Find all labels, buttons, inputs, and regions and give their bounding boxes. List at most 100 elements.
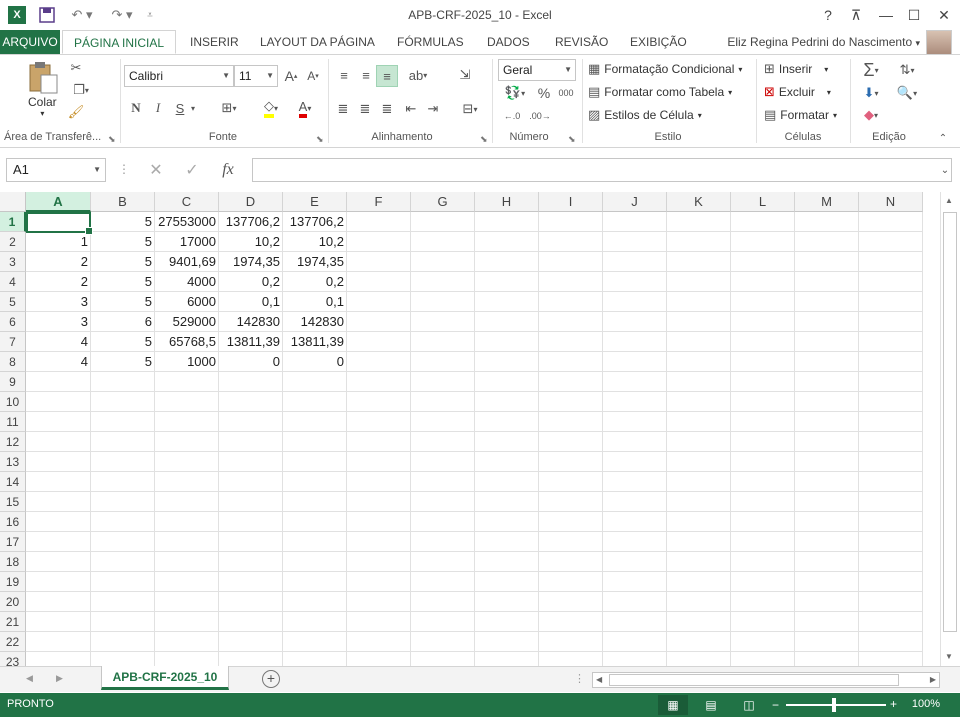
cell-h3[interactable]	[475, 252, 539, 272]
column-header-d[interactable]: D	[219, 192, 283, 212]
cell-k8[interactable]	[667, 352, 731, 372]
cell-m17[interactable]	[795, 532, 859, 552]
cell-b17[interactable]	[91, 532, 155, 552]
zoom-level[interactable]: 100%	[912, 698, 940, 710]
cell-g20[interactable]	[411, 592, 475, 612]
cell-n21[interactable]	[859, 612, 923, 632]
cell-f3[interactable]	[347, 252, 411, 272]
zoom-slider[interactable]	[786, 704, 886, 706]
column-header-g[interactable]: G	[411, 192, 475, 212]
cell-d14[interactable]	[219, 472, 283, 492]
cell-k23[interactable]	[667, 652, 731, 666]
cell-k11[interactable]	[667, 412, 731, 432]
cell-k12[interactable]	[667, 432, 731, 452]
row-header-14[interactable]: 14	[0, 472, 26, 492]
cell-e1[interactable]: 137706,2	[283, 212, 347, 232]
vertical-scroll-thumb[interactable]	[943, 212, 957, 632]
row-header-18[interactable]: 18	[0, 552, 26, 572]
cell-n5[interactable]	[859, 292, 923, 312]
column-header-a[interactable]: A	[26, 192, 91, 212]
align-bottom-icon[interactable]: ≡	[376, 65, 398, 87]
orientation-icon[interactable]: ab ▾	[404, 65, 432, 85]
cell-n3[interactable]	[859, 252, 923, 272]
help-button[interactable]: ?	[814, 4, 842, 26]
cell-j1[interactable]	[603, 212, 667, 232]
cell-b10[interactable]	[91, 392, 155, 412]
cell-f20[interactable]	[347, 592, 411, 612]
cell-h8[interactable]	[475, 352, 539, 372]
cell-b16[interactable]	[91, 512, 155, 532]
cell-l6[interactable]	[731, 312, 795, 332]
cell-m6[interactable]	[795, 312, 859, 332]
cell-g4[interactable]	[411, 272, 475, 292]
percent-style-button[interactable]: %	[536, 83, 552, 103]
cell-n4[interactable]	[859, 272, 923, 292]
cell-h9[interactable]	[475, 372, 539, 392]
cell-m22[interactable]	[795, 632, 859, 652]
cell-l18[interactable]	[731, 552, 795, 572]
cell-m5[interactable]	[795, 292, 859, 312]
page-layout-view-icon[interactable]: ▤	[696, 695, 726, 715]
delete-cells-button[interactable]: ⊠ Excluir ▾	[764, 84, 831, 100]
avatar[interactable]	[926, 30, 952, 56]
cell-l14[interactable]	[731, 472, 795, 492]
cell-g3[interactable]	[411, 252, 475, 272]
cell-n14[interactable]	[859, 472, 923, 492]
row-header-12[interactable]: 12	[0, 432, 26, 452]
cell-d15[interactable]	[219, 492, 283, 512]
cell-h20[interactable]	[475, 592, 539, 612]
cell-i13[interactable]	[539, 452, 603, 472]
autosum-icon[interactable]: Σ ▾	[856, 59, 886, 81]
cell-g5[interactable]	[411, 292, 475, 312]
cell-g6[interactable]	[411, 312, 475, 332]
cell-m18[interactable]	[795, 552, 859, 572]
font-color-icon[interactable]: A ▾	[290, 97, 320, 119]
cell-f15[interactable]	[347, 492, 411, 512]
tab-arquivo[interactable]: ARQUIVO	[0, 30, 60, 54]
cell-c11[interactable]	[155, 412, 219, 432]
cell-a9[interactable]	[26, 372, 91, 392]
cell-h15[interactable]	[475, 492, 539, 512]
cell-k1[interactable]	[667, 212, 731, 232]
cell-i17[interactable]	[539, 532, 603, 552]
cell-a7[interactable]: 4	[26, 332, 91, 352]
cell-l16[interactable]	[731, 512, 795, 532]
cell-f23[interactable]	[347, 652, 411, 666]
cell-h16[interactable]	[475, 512, 539, 532]
cell-c15[interactable]	[155, 492, 219, 512]
align-left-icon[interactable]: ≣	[334, 99, 352, 119]
tab-inserir[interactable]: INSERIR	[182, 30, 247, 54]
cell-f4[interactable]	[347, 272, 411, 292]
cell-f14[interactable]	[347, 472, 411, 492]
tab-exibicao[interactable]: EXIBIÇÃO	[622, 30, 695, 54]
cell-m23[interactable]	[795, 652, 859, 666]
cell-a8[interactable]: 4	[26, 352, 91, 372]
cell-c9[interactable]	[155, 372, 219, 392]
cell-j16[interactable]	[603, 512, 667, 532]
cell-k2[interactable]	[667, 232, 731, 252]
column-header-b[interactable]: B	[91, 192, 155, 212]
cell-i5[interactable]	[539, 292, 603, 312]
cell-j20[interactable]	[603, 592, 667, 612]
cell-n2[interactable]	[859, 232, 923, 252]
cell-d17[interactable]	[219, 532, 283, 552]
cell-m7[interactable]	[795, 332, 859, 352]
shrink-font-icon[interactable]: A ▾	[304, 67, 322, 85]
cell-b1[interactable]: 5	[91, 212, 155, 232]
row-header-6[interactable]: 6	[0, 312, 26, 332]
maximize-button[interactable]: ☐	[900, 4, 928, 26]
column-header-h[interactable]: H	[475, 192, 539, 212]
font-name-combo[interactable]: Calibri ▼	[124, 65, 234, 87]
enter-icon[interactable]: ✓	[182, 160, 202, 180]
row-header-15[interactable]: 15	[0, 492, 26, 512]
cell-c19[interactable]	[155, 572, 219, 592]
cell-j3[interactable]	[603, 252, 667, 272]
cell-i18[interactable]	[539, 552, 603, 572]
cell-n13[interactable]	[859, 452, 923, 472]
cell-b6[interactable]: 6	[91, 312, 155, 332]
bold-button[interactable]: N	[128, 99, 144, 117]
cell-d20[interactable]	[219, 592, 283, 612]
cell-k21[interactable]	[667, 612, 731, 632]
cell-f22[interactable]	[347, 632, 411, 652]
cell-b14[interactable]	[91, 472, 155, 492]
